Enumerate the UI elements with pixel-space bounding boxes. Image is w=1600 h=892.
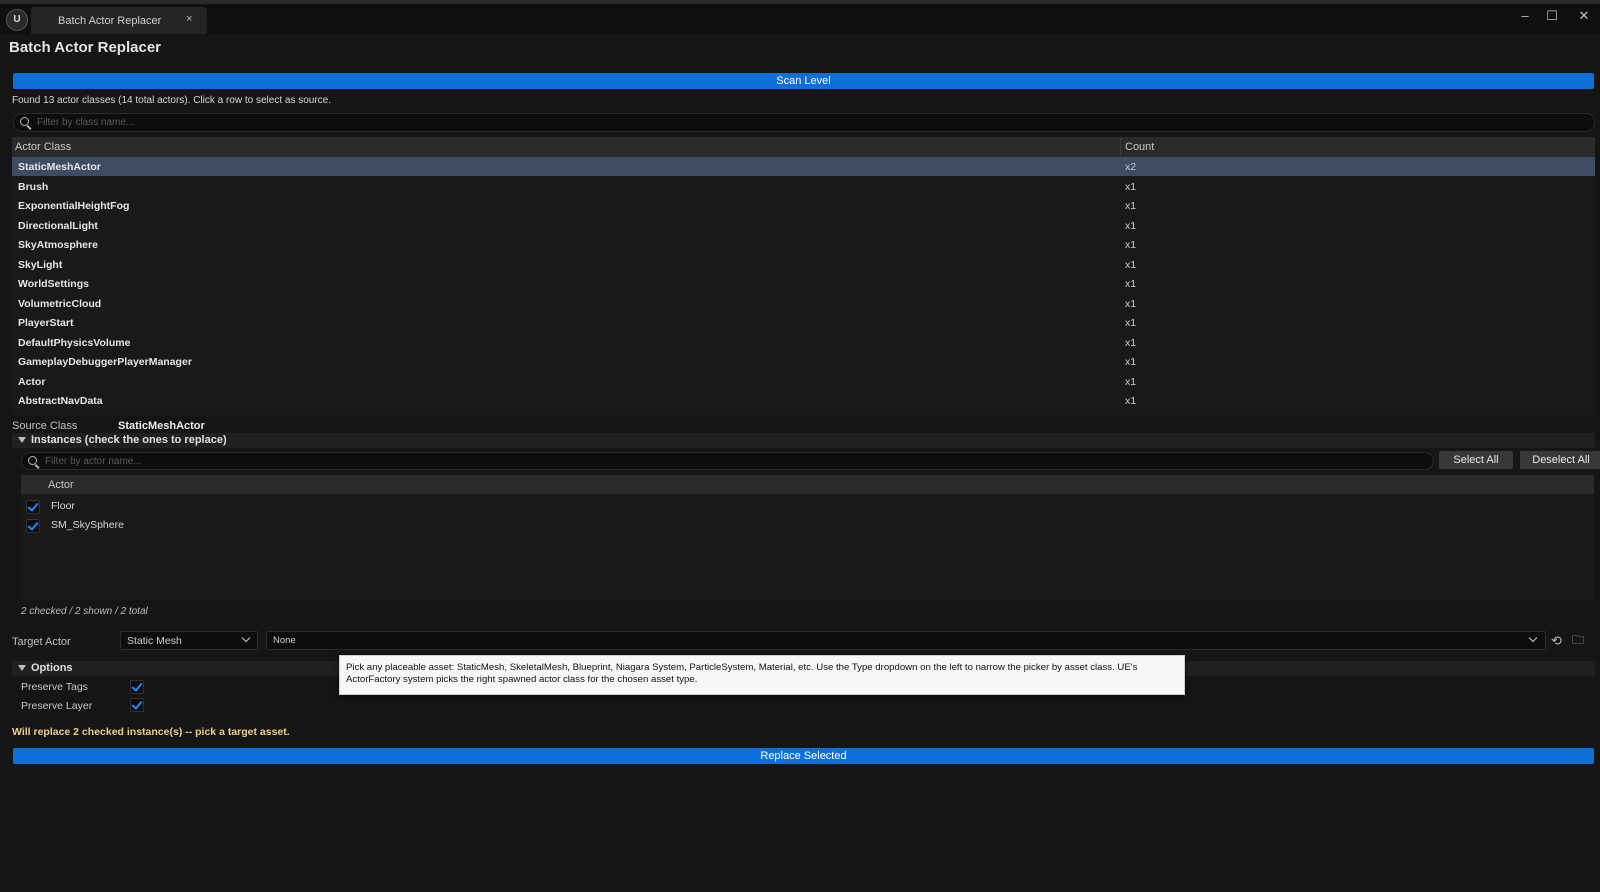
target-asset-value: None [273, 635, 296, 646]
instance-counts-text: 2 checked / 2 shown / 2 total [21, 606, 148, 617]
instances-section-label: Instances (check the ones to replace) [31, 434, 227, 446]
actor-class-count: x1 [1125, 375, 1137, 388]
tooltip-text: Pick any placeable asset: StaticMesh, Sk… [346, 662, 1138, 685]
actor-filter-placeholder: Filter by actor name... [45, 456, 142, 467]
search-icon [20, 117, 29, 126]
instances-table: Actor Floor SM_SkySphere [21, 475, 1594, 600]
chevron-down-icon [241, 633, 251, 643]
tab-batch-actor-replacer[interactable]: Batch Actor Replacer × [31, 7, 207, 34]
options-section-label: Options [31, 662, 73, 674]
actor-class-row[interactable]: VolumetricCloud x1 [12, 294, 1595, 313]
target-actor-label: Target Actor [12, 636, 71, 648]
select-all-button[interactable]: Select All [1439, 451, 1513, 469]
actor-class-count: x1 [1125, 336, 1137, 349]
preserve-layer-label: Preserve Layer [21, 700, 93, 712]
instance-checkbox[interactable] [26, 500, 40, 514]
preserve-tags-checkbox[interactable] [130, 680, 144, 694]
search-icon [28, 456, 37, 465]
actor-class-row[interactable]: Brush x1 [12, 177, 1595, 196]
class-filter-input[interactable]: Filter by class name... [13, 113, 1595, 132]
scan-result-text: Found 13 actor classes (14 total actors)… [12, 95, 332, 106]
actor-class-row[interactable]: GameplayDebuggerPlayerManager x1 [12, 352, 1595, 371]
actor-class-name: Brush [18, 180, 49, 193]
actor-class-name: StaticMeshActor [18, 161, 101, 173]
actor-class-count: x1 [1125, 239, 1137, 251]
actor-class-count: x1 [1125, 278, 1137, 290]
actor-class-count: x1 [1125, 200, 1137, 212]
instance-row[interactable]: Floor [21, 497, 1594, 515]
actor-class-name: DirectionalLight [18, 219, 98, 232]
instances-table-header: Actor [21, 475, 1594, 494]
actor-class-row[interactable]: ExponentialHeightFog x1 [12, 196, 1595, 215]
actor-class-row[interactable]: DefaultPhysicsVolume x1 [12, 333, 1595, 352]
actor-filter-input[interactable]: Filter by actor name... [21, 452, 1434, 470]
actor-class-name: SkyLight [18, 258, 63, 271]
actor-class-row[interactable]: AbstractNavData x1 [12, 391, 1595, 410]
actor-class-name: VolumetricCloud [18, 297, 102, 310]
actor-class-name: WorldSettings [18, 278, 89, 290]
actor-class-name: PlayerStart [18, 317, 74, 329]
actor-class-name: Actor [18, 375, 46, 388]
instance-row[interactable]: SM_SkySphere [21, 516, 1594, 534]
use-selected-asset-icon[interactable]: ⟲ [1551, 634, 1564, 647]
maximize-icon[interactable]: ☐ [1542, 8, 1562, 24]
panel-title: Batch Actor Replacer [9, 39, 161, 56]
instance-name: SM_SkySphere [51, 518, 124, 531]
browse-to-asset-icon[interactable]: 🗀 [1572, 634, 1587, 647]
actor-class-name: GameplayDebuggerPlayerManager [18, 356, 192, 368]
unreal-logo-icon: U [6, 9, 28, 31]
actor-class-name: DefaultPhysicsVolume [18, 336, 131, 349]
class-filter-placeholder: Filter by class name... [37, 117, 135, 128]
window-title-bar: U Batch Actor Replacer × – ☐ ✕ [0, 0, 1600, 34]
instance-name: Floor [51, 500, 75, 512]
instance-checkbox[interactable] [26, 518, 40, 533]
preserve-tags-label: Preserve Tags [21, 681, 88, 693]
collapse-arrow-icon[interactable] [18, 437, 26, 443]
chevron-down-icon [1528, 633, 1538, 643]
actor-class-table: Actor Class Count StaticMeshActor x2 Brush… [12, 137, 1595, 415]
actor-class-count: x1 [1125, 395, 1137, 407]
close-tab-icon[interactable]: × [186, 13, 192, 25]
actor-class-name: AbstractNavData [18, 395, 103, 407]
actor-class-count: x1 [1125, 258, 1137, 271]
column-header-count[interactable]: Count [1125, 141, 1154, 153]
actor-class-row[interactable]: Actor x1 [12, 372, 1595, 391]
tab-label: Batch Actor Replacer [58, 15, 162, 27]
actor-class-count: x1 [1125, 180, 1137, 193]
source-class-label: Source Class [12, 420, 78, 432]
actor-class-table-header: Actor Class Count [12, 137, 1595, 157]
close-window-icon[interactable]: ✕ [1574, 8, 1594, 24]
deselect-all-button[interactable]: Deselect All [1520, 451, 1600, 469]
replace-status-text: Will replace 2 checked instance(s) -- pi… [12, 726, 290, 738]
source-class-value: StaticMeshActor [118, 420, 205, 432]
actor-class-row[interactable]: StaticMeshActor x2 [12, 157, 1595, 176]
column-header-actor-class[interactable]: Actor Class [15, 141, 71, 153]
actor-class-row[interactable]: SkyAtmosphere x1 [12, 235, 1595, 254]
actor-class-count: x1 [1125, 297, 1137, 310]
collapse-arrow-icon[interactable] [18, 665, 26, 671]
column-divider[interactable] [1120, 137, 1121, 157]
target-asset-picker[interactable]: None [266, 631, 1546, 650]
actor-class-count: x1 [1125, 317, 1137, 329]
actor-class-row[interactable]: PlayerStart x1 [12, 313, 1595, 332]
asset-picker-tooltip: Pick any placeable asset: StaticMesh, Sk… [339, 655, 1185, 695]
top-strip [0, 0, 1600, 4]
asset-type-value: Static Mesh [127, 635, 182, 647]
preserve-layer-checkbox[interactable] [130, 698, 144, 712]
actor-class-name: SkyAtmosphere [18, 239, 98, 251]
scan-level-button[interactable]: Scan Level [13, 73, 1594, 89]
asset-type-dropdown[interactable]: Static Mesh [120, 631, 258, 650]
replace-selected-button[interactable]: Replace Selected [13, 748, 1594, 764]
actor-class-row[interactable]: WorldSettings x1 [12, 274, 1595, 293]
actor-class-row[interactable]: SkyLight x1 [12, 255, 1595, 274]
column-header-actor[interactable]: Actor [48, 479, 74, 491]
actor-class-count: x2 [1125, 161, 1137, 173]
actor-class-name: ExponentialHeightFog [18, 200, 130, 212]
actor-class-count: x1 [1125, 219, 1137, 232]
minimize-icon[interactable]: – [1515, 8, 1535, 24]
actor-class-count: x1 [1125, 356, 1137, 368]
actor-class-row[interactable]: DirectionalLight x1 [12, 216, 1595, 235]
instances-section-header[interactable]: Instances (check the ones to replace) [12, 433, 1595, 448]
